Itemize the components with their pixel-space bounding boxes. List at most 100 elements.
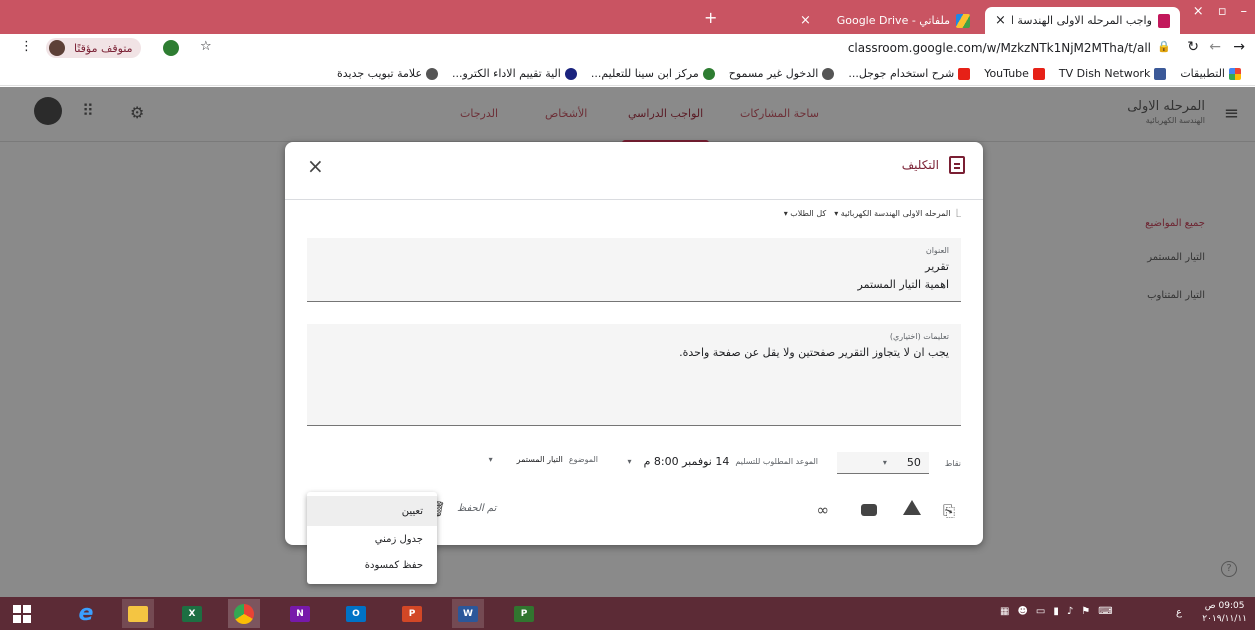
- powerpoint-icon[interactable]: P: [396, 599, 428, 628]
- menu-item-label: جدول زمني: [374, 533, 423, 545]
- due-label: الموعد المطلوب للتسليم: [735, 457, 818, 466]
- url-text[interactable]: classroom.google.com/w/MzkzNTk1NjM2MTha/…: [848, 41, 1151, 55]
- globe-icon: [426, 67, 439, 80]
- apps-grid-icon: [1229, 67, 1241, 80]
- input-language[interactable]: ع: [1176, 607, 1182, 618]
- link-icon[interactable]: ∞: [817, 501, 830, 519]
- class-title-block[interactable]: المرحله الاولى الهندسة الكهربائية: [1127, 99, 1205, 125]
- youtube-icon: [1032, 67, 1045, 80]
- tab-close-icon[interactable]: ×: [800, 13, 811, 28]
- browser-tab-bar: × ▫ – واجب المرحله الاولى الهندسة الكهرب…: [0, 0, 1255, 34]
- bookmark-item[interactable]: الية تقييم الاداء الكترو...: [452, 67, 577, 80]
- tab-people[interactable]: الأشخاص: [545, 107, 587, 120]
- menu-item-label: حفظ كمسودة: [364, 559, 423, 571]
- windows-start-button[interactable]: [6, 599, 38, 628]
- window-close-button[interactable]: ×: [1193, 4, 1204, 19]
- lock-icon: 🔒: [1157, 40, 1171, 53]
- tray-volume-icon[interactable]: ♪: [1067, 606, 1073, 617]
- tab-stream[interactable]: ساحة المشاركات: [740, 107, 819, 120]
- sidebar-item-all-topics[interactable]: جميع المواضيع: [1145, 218, 1205, 229]
- instructions-text: يجب ان لا يتجاوز التقرير صفحتين ولا يقل …: [679, 346, 949, 359]
- bookmark-item[interactable]: TV Dish Network: [1058, 67, 1167, 80]
- tray-people-icon[interactable]: ☻: [1017, 606, 1027, 617]
- tray-network-icon[interactable]: ▦: [1000, 606, 1009, 617]
- bookmark-label: TV Dish Network: [1058, 67, 1151, 80]
- file-explorer-icon[interactable]: [122, 599, 154, 628]
- reload-icon[interactable]: ↻: [1187, 39, 1199, 55]
- bookmark-label: شرح استخدام جوجل...: [848, 67, 955, 80]
- outlook-icon[interactable]: O: [340, 599, 372, 628]
- bookmark-item[interactable]: مركز ابن سينا للتعليم...: [591, 67, 715, 80]
- tray-ime-icon[interactable]: ⌨: [1098, 606, 1112, 617]
- youtube-icon[interactable]: [861, 504, 877, 516]
- profile-label: متوقف مؤقتًا: [74, 41, 133, 55]
- window-maximize-button[interactable]: ▫: [1218, 4, 1227, 19]
- header-divider: [285, 199, 983, 200]
- topic-label: الموضوع: [568, 455, 598, 464]
- tray-flag-icon[interactable]: ⚑: [1081, 606, 1090, 617]
- evernote-extension-icon[interactable]: [163, 40, 179, 56]
- browser-menu-icon[interactable]: ⋮: [20, 39, 33, 54]
- dialog-close-button[interactable]: ×: [307, 154, 324, 178]
- tab-drive[interactable]: ملفاتي - Google Drive ×: [790, 7, 980, 34]
- due-date-control[interactable]: الموعد المطلوب للتسليم 14 نوفمبر 8:00 م …: [628, 455, 818, 468]
- sidebar-item-ac-current[interactable]: التيار المتناوب: [1147, 290, 1205, 301]
- students-select[interactable]: كل الطلاب ▾: [784, 209, 827, 218]
- hamburger-menu-icon[interactable]: ≡: [1224, 103, 1239, 124]
- points-select[interactable]: 50 ▾: [836, 452, 929, 474]
- tab-assignment[interactable]: واجب المرحله الاولى الهندسة الكهرب ×: [985, 7, 1180, 34]
- points-control: نقاط 50 ▾: [836, 452, 961, 474]
- bookmark-label: التطبيقات: [1180, 67, 1225, 80]
- address-bar-row: → ← ↻ 🔒 classroom.google.com/w/MzkzNTk1N…: [0, 34, 1255, 62]
- due-value: 14 نوفمبر 8:00 م: [643, 455, 730, 468]
- google-drive-icon[interactable]: [903, 500, 921, 515]
- system-tray: ▦ ☻ ▭ ▮ ♪ ⚑ ⌨: [1000, 606, 1113, 617]
- onenote-icon[interactable]: N: [284, 599, 316, 628]
- tab-classwork[interactable]: الواجب الدراسي: [621, 107, 710, 143]
- profile-avatar-icon: [49, 40, 65, 56]
- bookmark-item[interactable]: شرح استخدام جوجل...: [848, 67, 971, 80]
- google-apps-grid-icon[interactable]: ⠿: [82, 101, 94, 120]
- internet-explorer-icon[interactable]: e: [70, 599, 102, 628]
- tab-grades[interactable]: الدرجات: [460, 107, 498, 120]
- dialog-header: التكليف: [902, 156, 965, 174]
- bookmark-label: مركز ابن سينا للتعليم...: [590, 67, 699, 80]
- new-tab-button[interactable]: +: [704, 8, 717, 27]
- assignment-clipboard-icon: [949, 156, 965, 174]
- audience-row: ⎿ المرحله الاولى الهندسة الكهربائية ▾ كل…: [784, 208, 961, 219]
- clock-time: 09:05 ص: [1204, 601, 1245, 611]
- menu-item-save-draft[interactable]: حفظ كمسودة: [307, 550, 437, 580]
- bookmark-star-icon[interactable]: ☆: [200, 39, 212, 54]
- project-icon[interactable]: P: [508, 599, 540, 628]
- settings-gear-icon[interactable]: ⚙: [130, 103, 144, 122]
- sidebar-item-dc-current[interactable]: التيار المستمر: [1147, 252, 1205, 263]
- word-icon[interactable]: W: [452, 599, 484, 628]
- window-minimize-button[interactable]: –: [1241, 4, 1248, 19]
- title-line-1: تقرير: [925, 260, 949, 273]
- chrome-icon[interactable]: [228, 599, 260, 628]
- clock-date: ٢٠١٩/١١/١١: [1202, 614, 1247, 624]
- help-icon[interactable]: ?: [1221, 561, 1237, 577]
- tab-close-icon[interactable]: ×: [995, 13, 1006, 28]
- bookmark-apps[interactable]: التطبيقات: [1180, 67, 1241, 80]
- tab-title: واجب المرحله الاولى الهندسة الكهرب: [1011, 14, 1152, 27]
- menu-item-assign[interactable]: تعيين: [307, 496, 437, 526]
- excel-icon[interactable]: X: [176, 599, 208, 628]
- bookmark-item[interactable]: علامة تبويب جديدة: [337, 67, 439, 80]
- class-select[interactable]: ⎿ المرحله الاولى الهندسة الكهربائية ▾: [834, 208, 961, 219]
- tray-signal-icon[interactable]: ▮: [1053, 606, 1059, 617]
- forward-arrow-icon[interactable]: ←: [1209, 39, 1221, 55]
- instructions-field[interactable]: تعليمات (اختياري) يجب ان لا يتجاوز التقر…: [307, 324, 961, 426]
- back-arrow-icon[interactable]: →: [1233, 39, 1245, 55]
- title-field[interactable]: العنوان تقرير اهمية التيار المستمر: [307, 238, 961, 302]
- taskbar-clock[interactable]: 09:05 ص ٢٠١٩/١١/١١: [1202, 600, 1247, 626]
- tray-display-icon[interactable]: ▭: [1036, 606, 1045, 617]
- attach-file-icon[interactable]: ⎘: [943, 502, 955, 520]
- points-label: نقاط: [944, 458, 961, 468]
- bookmark-item[interactable]: الدخول غير مسموح: [729, 67, 835, 80]
- assign-dropdown-menu: تعيين جدول زمني حفظ كمسودة: [307, 492, 437, 584]
- profile-chip[interactable]: متوقف مؤقتًا: [46, 38, 141, 58]
- bookmark-item[interactable]: YouTube: [984, 67, 1045, 80]
- user-avatar[interactable]: [34, 97, 62, 125]
- topic-control[interactable]: الموضوع التيار المستمر ▾: [489, 455, 598, 464]
